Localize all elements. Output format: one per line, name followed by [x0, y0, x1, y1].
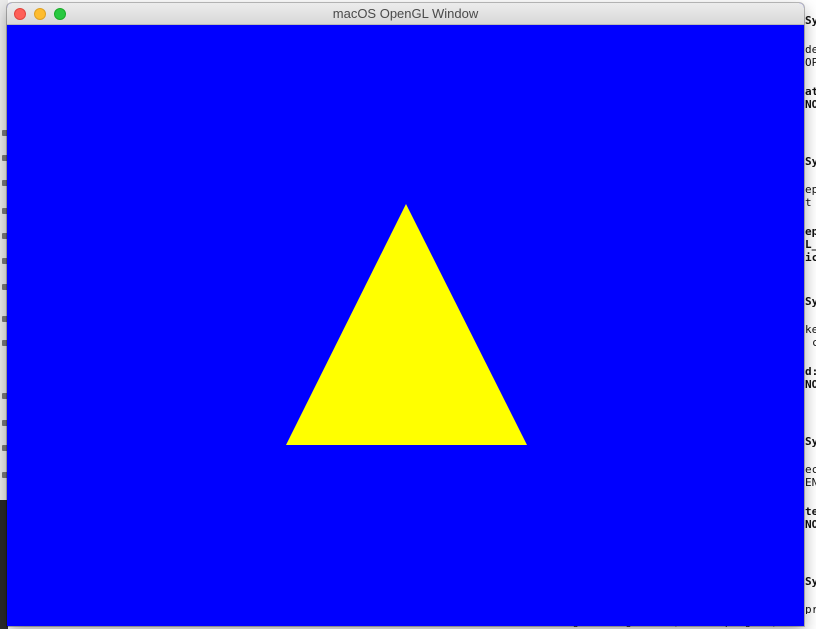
doc-fragment: t	[805, 196, 812, 209]
doc-fragment: te	[805, 505, 816, 518]
gl-canvas[interactable]	[7, 25, 804, 626]
doc-fragment: Sy	[805, 155, 816, 168]
doc-fragment: NO	[805, 98, 816, 111]
gl-canvas-svg	[7, 25, 804, 626]
opengl-window[interactable]: macOS OpenGL Window	[7, 3, 804, 626]
doc-fragment: EN	[805, 476, 816, 489]
title-bar[interactable]: macOS OpenGL Window	[7, 3, 804, 25]
doc-fragment: Sy	[805, 14, 816, 27]
doc-fragment: Sy	[805, 295, 816, 308]
doc-fragment: L_	[805, 238, 816, 251]
doc-fragment: ic	[805, 251, 816, 264]
doc-fragment: ke	[805, 323, 816, 336]
doc-fragment: NO	[805, 518, 816, 531]
doc-fragment: d:	[805, 365, 816, 378]
doc-fragment: c	[812, 336, 816, 349]
background-document-right: Sy de OP at NO Sy ep t ep L_ ic Sy ke c …	[804, 0, 816, 629]
window-title: macOS OpenGL Window	[332, 6, 479, 21]
doc-fragment: Sy	[805, 435, 816, 448]
doc-fragment: at	[805, 85, 816, 98]
doc-fragment: de	[805, 43, 816, 56]
doc-fragment: ec	[805, 463, 816, 476]
doc-fragment: ep	[805, 183, 816, 196]
desktop: Sy de OP at NO Sy ep t ep L_ ic Sy ke c …	[0, 0, 816, 629]
doc-fragment: ep	[805, 225, 816, 238]
doc-fragment: NO	[805, 378, 816, 391]
doc-fragment: OP	[805, 56, 816, 69]
doc-fragment: Sy	[805, 575, 816, 588]
